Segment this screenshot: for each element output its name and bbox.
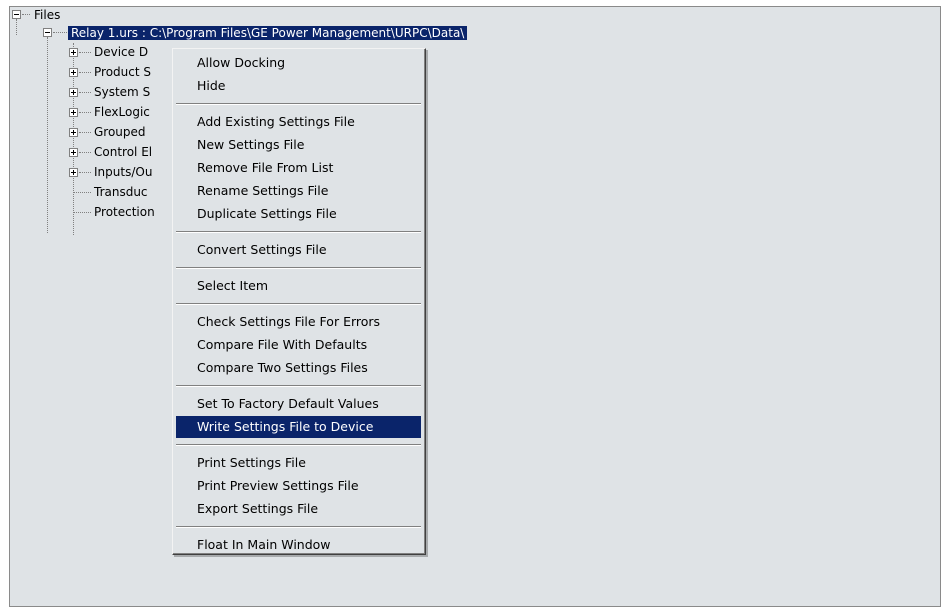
tree-node-files-label: Files [34, 8, 61, 22]
collapse-relay-icon[interactable] [43, 28, 52, 37]
menu-separator [176, 526, 421, 528]
menu-item-duplicate-settings-file[interactable]: Duplicate Settings File [176, 203, 421, 225]
expand-icon[interactable] [69, 88, 78, 97]
menu-item-add-existing-settings-file[interactable]: Add Existing Settings File [176, 111, 421, 133]
tree-node-files[interactable]: Files [34, 7, 61, 24]
tree-node-relay[interactable]: Relay 1.urs : C:\Program Files\GE Power … [68, 24, 468, 42]
menu-separator [176, 103, 421, 105]
tree-node-label: Device D [94, 45, 149, 59]
menu-item-hide[interactable]: Hide [176, 75, 421, 97]
tree-node[interactable]: System S [94, 83, 150, 101]
tree-node-label: Product S [94, 65, 151, 79]
menu-item-set-to-factory-default-values[interactable]: Set To Factory Default Values [176, 393, 421, 415]
expand-icon[interactable] [69, 128, 78, 137]
menu-separator [176, 385, 421, 387]
tree-node-label: Inputs/Ou [94, 165, 153, 179]
tree-node-label: Transduc [94, 185, 148, 199]
tree-node[interactable]: Grouped [94, 123, 146, 141]
tree-node-label: System S [94, 85, 151, 99]
tree-node[interactable]: Device D [94, 43, 148, 61]
menu-separator [176, 267, 421, 269]
collapse-root-icon[interactable] [12, 10, 21, 19]
tree-node[interactable]: Product S [94, 63, 151, 81]
menu-item-compare-two-settings-files[interactable]: Compare Two Settings Files [176, 357, 421, 379]
menu-item-remove-file-from-list[interactable]: Remove File From List [176, 157, 421, 179]
tree-node[interactable]: Control El [94, 143, 152, 161]
menu-item-print-preview-settings-file[interactable]: Print Preview Settings File [176, 475, 421, 497]
expand-icon[interactable] [69, 168, 78, 177]
menu-item-select-item[interactable]: Select Item [176, 275, 421, 297]
tree-node-relay-label: Relay 1.urs : C:\Program Files\GE Power … [68, 26, 468, 40]
menu-item-allow-docking[interactable]: Allow Docking [176, 52, 421, 74]
menu-item-rename-settings-file[interactable]: Rename Settings File [176, 180, 421, 202]
tree-node[interactable]: FlexLogic [94, 103, 150, 121]
menu-separator [176, 303, 421, 305]
tree-node-label: Grouped [94, 125, 146, 139]
menu-item-print-settings-file[interactable]: Print Settings File [176, 452, 421, 474]
menu-item-convert-settings-file[interactable]: Convert Settings File [176, 239, 421, 261]
expand-icon[interactable] [69, 148, 78, 157]
menu-item-write-settings-file-to-device[interactable]: Write Settings File to Device [176, 416, 421, 438]
menu-separator [176, 231, 421, 233]
expand-icon[interactable] [69, 48, 78, 57]
menu-item-new-settings-file[interactable]: New Settings File [176, 134, 421, 156]
menu-item-float-in-main-window[interactable]: Float In Main Window [176, 534, 421, 556]
expand-icon[interactable] [69, 108, 78, 117]
expand-icon[interactable] [69, 68, 78, 77]
tree-node[interactable]: Transduc [94, 183, 148, 201]
tree-node[interactable]: Protection [94, 203, 155, 221]
context-menu[interactable]: Allow Docking Hide Add Existing Settings F… [172, 48, 426, 555]
tree-node[interactable]: Inputs/Ou [94, 163, 152, 181]
menu-separator [176, 444, 421, 446]
menu-item-export-settings-file[interactable]: Export Settings File [176, 498, 421, 520]
tree-node-label: Control El [94, 145, 153, 159]
menu-item-compare-file-with-defaults[interactable]: Compare File With Defaults [176, 334, 421, 356]
tree-node-label: Protection [94, 205, 155, 219]
tree-node-label: FlexLogic [94, 105, 150, 119]
menu-item-check-settings-file-for-errors[interactable]: Check Settings File For Errors [176, 311, 421, 333]
settings-tree-pane[interactable]: Files Relay 1.urs : C:\Program Files\GE … [9, 6, 941, 607]
